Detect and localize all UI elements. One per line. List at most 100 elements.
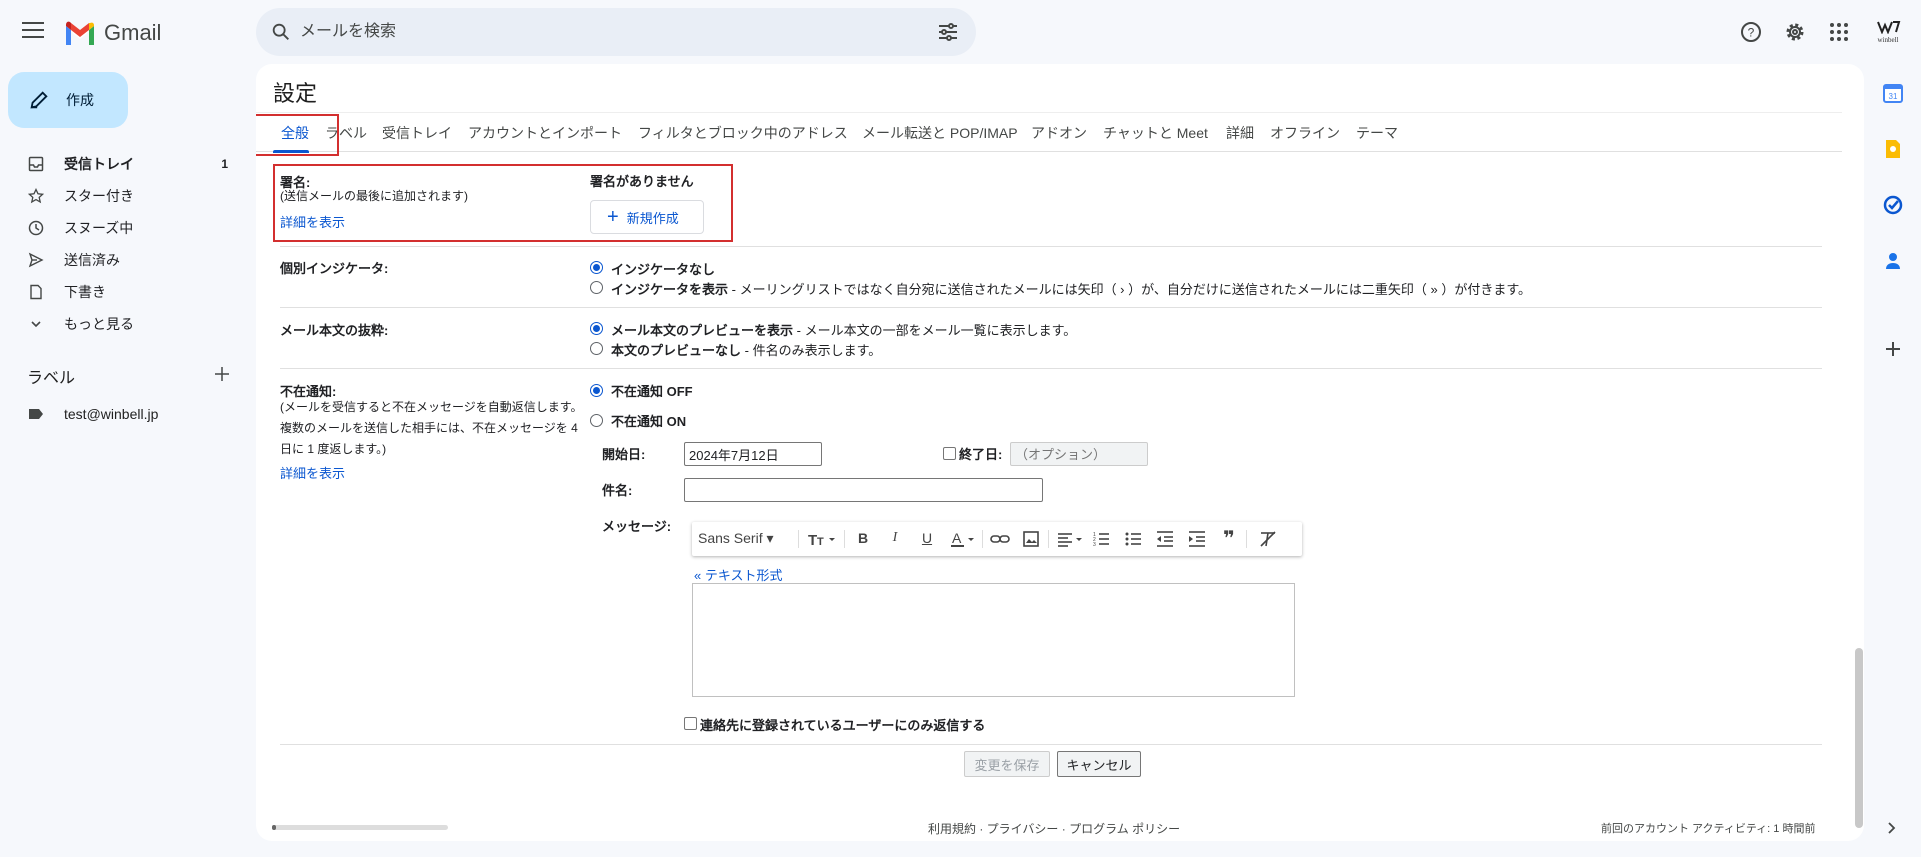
tab-themes[interactable]: テーマ [1356,123,1398,143]
clock-icon [28,220,44,236]
message-editor[interactable] [692,583,1295,697]
quote-icon[interactable]: ❞ [1220,529,1238,549]
get-addons-icon[interactable] [1882,338,1904,360]
svg-text:T: T [808,532,817,548]
vacation-off-radio[interactable] [590,384,603,397]
sidebar-item-label: 下書き [64,284,106,300]
numbered-list-icon[interactable]: 123 [1092,530,1110,548]
sidebar-item-inbox[interactable]: 受信トレイ 1 [0,148,240,180]
horizontal-scrollbar[interactable] [272,825,448,830]
snippets-label: メール本文の抜粋: [280,323,389,338]
add-label-icon[interactable] [214,366,230,382]
tab-addons[interactable]: アドオン [1031,123,1087,143]
winbell-logo-icon [1877,21,1901,35]
cancel-button[interactable]: キャンセル [1057,751,1141,777]
tab-accounts-import[interactable]: アカウントとインポート [468,123,622,143]
no-indicators-radio[interactable] [590,261,603,274]
svg-text:T: T [817,536,824,548]
sidebar-nav: 受信トレイ 1 スター付き スヌーズ中 送信済み 下書き もっと見る [0,148,240,340]
sidebar-item-sent[interactable]: 送信済み [0,244,240,276]
indent-less-icon[interactable] [1156,530,1174,548]
end-date-input[interactable] [1010,442,1148,466]
inbox-icon [28,156,44,172]
show-snippets-option: メール本文のプレビューを表示 - メール本文の一部をメール一覧に表示します。 [611,323,1077,338]
save-changes-button[interactable]: 変更を保存 [964,751,1050,777]
top-bar: Gmail ? winbell [0,0,1921,64]
calendar-icon[interactable]: 31 [1882,82,1904,104]
vacation-on-radio[interactable] [590,414,603,427]
start-date-input[interactable] [684,442,822,466]
sidebar-item-snoozed[interactable]: スヌーズ中 [0,212,240,244]
account-avatar[interactable]: winbell [1874,20,1902,44]
compose-button[interactable]: 作成 [8,72,128,128]
settings-tabs: 全般 ラベル 受信トレイ アカウントとインポート フィルタとブロック中のアドレス… [256,112,1842,153]
italic-icon[interactable]: I [886,530,904,548]
indent-more-icon[interactable] [1188,530,1206,548]
tasks-icon[interactable] [1882,194,1904,216]
bulleted-list-icon[interactable] [1124,530,1142,548]
search-options-icon[interactable] [936,20,960,44]
divider [280,246,1822,247]
gmail-logo[interactable]: Gmail [64,20,161,46]
tab-inbox[interactable]: 受信トレイ [382,123,452,143]
vacation-description-3: 日に 1 度返します。) [280,442,387,456]
tab-advanced[interactable]: 詳細 [1226,123,1254,143]
unread-count: 1 [221,157,228,171]
end-date-checkbox[interactable] [943,447,956,460]
show-indicators-option: インジケータを表示 - メーリングリストではなく自分宛に送信されたメールには矢印… [611,282,1532,297]
tab-offline[interactable]: オフライン [1270,123,1340,143]
apps-grid-icon[interactable] [1827,20,1851,44]
help-icon[interactable]: ? [1739,20,1763,44]
sidebar-item-label: スヌーズ中 [64,220,134,236]
contacts-icon[interactable] [1882,250,1904,272]
search-icon[interactable] [270,21,292,43]
image-icon[interactable] [1022,530,1040,548]
divider [280,368,1822,369]
indicators-label: 個別インジケータ: [280,261,389,276]
search-input[interactable] [300,8,900,56]
vertical-scrollbar[interactable] [1855,648,1863,828]
underline-icon[interactable]: U [918,530,936,548]
divider [844,530,845,548]
plain-text-link[interactable]: « テキスト形式 [694,565,782,584]
subject-input[interactable] [684,478,1043,502]
link-icon[interactable] [990,530,1010,548]
formatting-toolbar: Sans Serif ▾ TT B I U A 123 ❞ [692,522,1302,556]
message-label: メッセージ: [602,519,672,534]
contacts-only-checkbox[interactable] [684,717,697,730]
show-snippets-radio[interactable] [590,322,603,335]
gear-icon[interactable] [1783,20,1807,44]
main-menu-icon[interactable] [22,22,44,40]
tab-forwarding-pop-imap[interactable]: メール転送と POP/IMAP [862,123,1018,143]
sidebar-item-more[interactable]: もっと見る [0,308,240,340]
no-snippets-radio[interactable] [590,342,603,355]
create-new-signature-button[interactable]: + 新規作成 [590,200,704,234]
font-family-select[interactable]: Sans Serif ▾ [698,530,774,548]
settings-panel: 設定 全般 ラベル 受信トレイ アカウントとインポート フィルタとブロック中のア… [256,64,1864,841]
tab-filters-blocked[interactable]: フィルタとブロック中のアドレス [638,123,848,143]
label-tag-icon [29,409,43,419]
remove-formatting-icon[interactable] [1258,530,1278,548]
signature-learn-more-link[interactable]: 詳細を表示 [280,212,345,231]
align-icon[interactable] [1056,530,1086,548]
svg-text:?: ? [1748,26,1755,40]
keep-icon[interactable] [1882,138,1904,160]
bold-icon[interactable]: B [854,530,872,548]
text-color-icon[interactable]: A [950,530,978,548]
footer-links[interactable]: 利用規約 · プライバシー · プログラム ポリシー [928,820,1180,837]
label-item[interactable]: test@winbell.jp [28,406,158,422]
plus-icon: + [607,206,619,228]
svg-text:31: 31 [1889,92,1898,101]
app-name: Gmail [104,20,162,45]
brand-name: winbell [1877,36,1899,44]
show-side-panel-icon[interactable] [1884,820,1900,836]
tab-chat-meet[interactable]: チャットと Meet [1103,123,1208,143]
show-indicators-radio[interactable] [590,281,603,294]
sidebar-item-drafts[interactable]: 下書き [0,276,240,308]
vacation-learn-more-link[interactable]: 詳細を表示 [280,463,345,482]
end-date-label: 終了日: [959,447,1003,462]
search-bar [256,8,976,56]
divider [982,530,983,548]
font-size-icon[interactable]: TT [806,530,840,548]
sidebar-item-starred[interactable]: スター付き [0,180,240,212]
